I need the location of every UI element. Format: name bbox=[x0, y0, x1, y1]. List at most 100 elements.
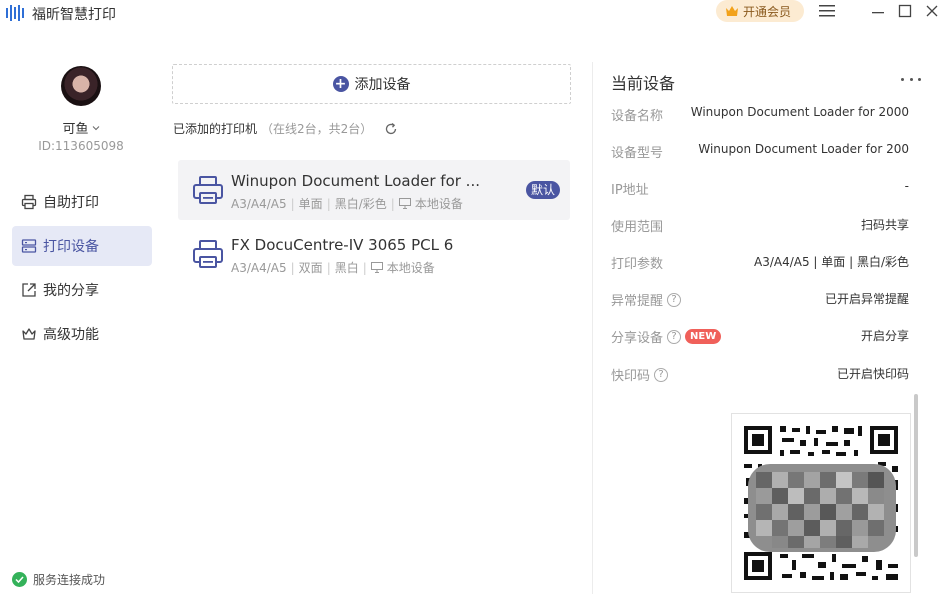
username: 可鱼 bbox=[62, 122, 89, 137]
printer-card[interactable]: FX DocuCentre-IV 3065 PCL 6 A3/A4/A5 | 双… bbox=[178, 224, 570, 284]
field-value: Winupon Document Loader for 200 bbox=[698, 142, 909, 156]
divider: | bbox=[290, 196, 295, 211]
field-value: - bbox=[904, 179, 909, 193]
printer-location: 本地设备 bbox=[414, 197, 463, 211]
field-key: 设备名称 bbox=[611, 109, 664, 124]
field-key: 设备型号 bbox=[611, 146, 664, 161]
check-circle-icon bbox=[12, 572, 27, 587]
app-title: 福昕智慧打印 bbox=[32, 7, 116, 23]
field-key: 异常提醒 bbox=[611, 294, 664, 309]
field-quick-print-code[interactable]: 快印码 ? 已开启快印码 bbox=[611, 365, 911, 385]
help-icon[interactable]: ? bbox=[654, 367, 669, 382]
title-bar: 福昕智慧打印 开通会员 bbox=[0, 0, 948, 26]
field-label: 设备型号 bbox=[611, 142, 663, 161]
plus-icon: + bbox=[332, 76, 349, 92]
divider: | bbox=[390, 196, 395, 211]
nav-item-label: 我的分享 bbox=[43, 283, 99, 299]
printer-duplex: 单面 bbox=[298, 197, 323, 211]
nav-item-advanced[interactable]: 高级功能 bbox=[12, 314, 152, 354]
nav-item-my-share[interactable]: 我的分享 bbox=[12, 270, 152, 310]
field-key: 分享设备 bbox=[611, 331, 664, 346]
field-value[interactable]: 已开启快印码 bbox=[837, 365, 909, 382]
printer-name: FX DocuCentre-IV 3065 PCL 6 bbox=[231, 236, 454, 254]
printer-meta: A3/A4/A5 | 双面 | 黑白 | 本地设备 bbox=[231, 259, 435, 276]
divider: | bbox=[290, 260, 295, 275]
more-dot bbox=[918, 77, 921, 81]
printer-icon bbox=[193, 240, 223, 268]
help-icon[interactable]: ? bbox=[667, 292, 682, 307]
field-device-name: 设备名称 Winupon Document Loader for 2000 bbox=[611, 105, 911, 125]
printer-name: Winupon Document Loader for ... bbox=[231, 172, 480, 190]
printer-icon bbox=[21, 194, 37, 210]
add-device-label: 添加设备 bbox=[354, 77, 411, 93]
crown-outline-icon bbox=[22, 328, 36, 340]
field-value: A3/A4/A5 | 单面 | 黑白/彩色 bbox=[753, 255, 909, 269]
field-key: 快印码 bbox=[611, 369, 651, 384]
field-ip-address: IP地址 - bbox=[611, 179, 911, 199]
field-key: 使用范围 bbox=[611, 220, 664, 235]
hamburger-icon bbox=[819, 5, 835, 17]
field-label: 设备名称 bbox=[611, 105, 663, 124]
field-share-device[interactable]: 分享设备 ? NEW 开启分享 bbox=[611, 327, 911, 347]
printer-card[interactable]: Winupon Document Loader for ... A3/A4/A5… bbox=[178, 160, 570, 220]
more-dot bbox=[901, 77, 904, 81]
help-icon[interactable]: ? bbox=[667, 329, 682, 344]
field-device-model: 设备型号 Winupon Document Loader for 200 bbox=[611, 142, 911, 162]
field-key: 打印参数 bbox=[611, 257, 664, 272]
printer-duplex: 双面 bbox=[298, 261, 323, 275]
divider: | bbox=[362, 260, 367, 275]
field-usage-scope: 使用范围 扫码共享 bbox=[611, 216, 911, 236]
refresh-icon[interactable] bbox=[384, 122, 398, 136]
field-exception-alert[interactable]: 异常提醒 ? 已开启异常提醒 bbox=[611, 290, 911, 310]
field-label: 使用范围 bbox=[611, 216, 663, 235]
panel-divider bbox=[592, 62, 593, 594]
divider: | bbox=[326, 196, 331, 211]
field-label: 打印参数 bbox=[611, 253, 663, 272]
connection-status: 服务连接成功 bbox=[12, 571, 105, 588]
printer-color-mode: 黑白 bbox=[334, 261, 359, 275]
menu-button[interactable] bbox=[817, 2, 837, 20]
more-options-button[interactable] bbox=[901, 72, 921, 86]
printer-paper: A3/A4/A5 bbox=[231, 196, 287, 211]
qr-code bbox=[731, 413, 911, 593]
chevron-down-icon bbox=[92, 126, 99, 131]
printer-color-mode: 黑白/彩色 bbox=[334, 197, 387, 211]
device-list-icon bbox=[21, 239, 37, 253]
connection-status-text: 服务连接成功 bbox=[33, 573, 106, 587]
sidebar: 可鱼 ID:113605098 自助打印 打印设备 我的分享 高级功能 服务连接… bbox=[0, 26, 162, 609]
nav-item-self-print[interactable]: 自助打印 bbox=[12, 182, 152, 222]
field-key: IP地址 bbox=[611, 183, 649, 198]
minimize-icon bbox=[872, 12, 884, 14]
printer-list-header: 已添加的打印机 （在线2台，共2台） bbox=[173, 120, 398, 137]
maximize-button[interactable] bbox=[895, 2, 915, 20]
vip-button[interactable]: 开通会员 bbox=[716, 0, 804, 22]
printer-icon bbox=[193, 176, 223, 204]
field-label: 分享设备 ? NEW bbox=[611, 327, 722, 346]
nav-item-label: 打印设备 bbox=[43, 239, 99, 255]
new-badge: NEW bbox=[685, 329, 722, 344]
field-label: 快印码 ? bbox=[611, 365, 669, 384]
qr-code-image bbox=[744, 426, 898, 580]
default-badge: 默认 bbox=[525, 181, 560, 199]
more-dot bbox=[909, 77, 913, 81]
close-button[interactable] bbox=[922, 2, 942, 20]
user-menu[interactable]: 可鱼 bbox=[0, 118, 162, 137]
minimize-button[interactable] bbox=[868, 2, 888, 20]
monitor-icon bbox=[370, 262, 383, 273]
field-value[interactable]: 开启分享 bbox=[861, 327, 909, 344]
current-device-title: 当前设备 bbox=[611, 74, 676, 93]
scrollbar[interactable] bbox=[914, 394, 918, 557]
crown-icon bbox=[726, 6, 738, 16]
avatar[interactable] bbox=[61, 66, 101, 106]
printer-meta: A3/A4/A5 | 单面 | 黑白/彩色 | 本地设备 bbox=[231, 195, 463, 212]
printer-count: （在线2台，共2台） bbox=[261, 122, 373, 136]
add-device-button[interactable]: + 添加设备 bbox=[172, 64, 571, 104]
close-icon bbox=[926, 5, 938, 17]
field-value[interactable]: 已开启异常提醒 bbox=[825, 290, 909, 307]
maximize-icon bbox=[898, 4, 912, 18]
nav-item-label: 自助打印 bbox=[43, 195, 99, 211]
printer-list-title: 已添加的打印机 bbox=[173, 122, 258, 136]
nav-item-print-devices[interactable]: 打印设备 bbox=[12, 226, 152, 266]
divider: | bbox=[326, 260, 331, 275]
field-label: 异常提醒 ? bbox=[611, 290, 682, 309]
